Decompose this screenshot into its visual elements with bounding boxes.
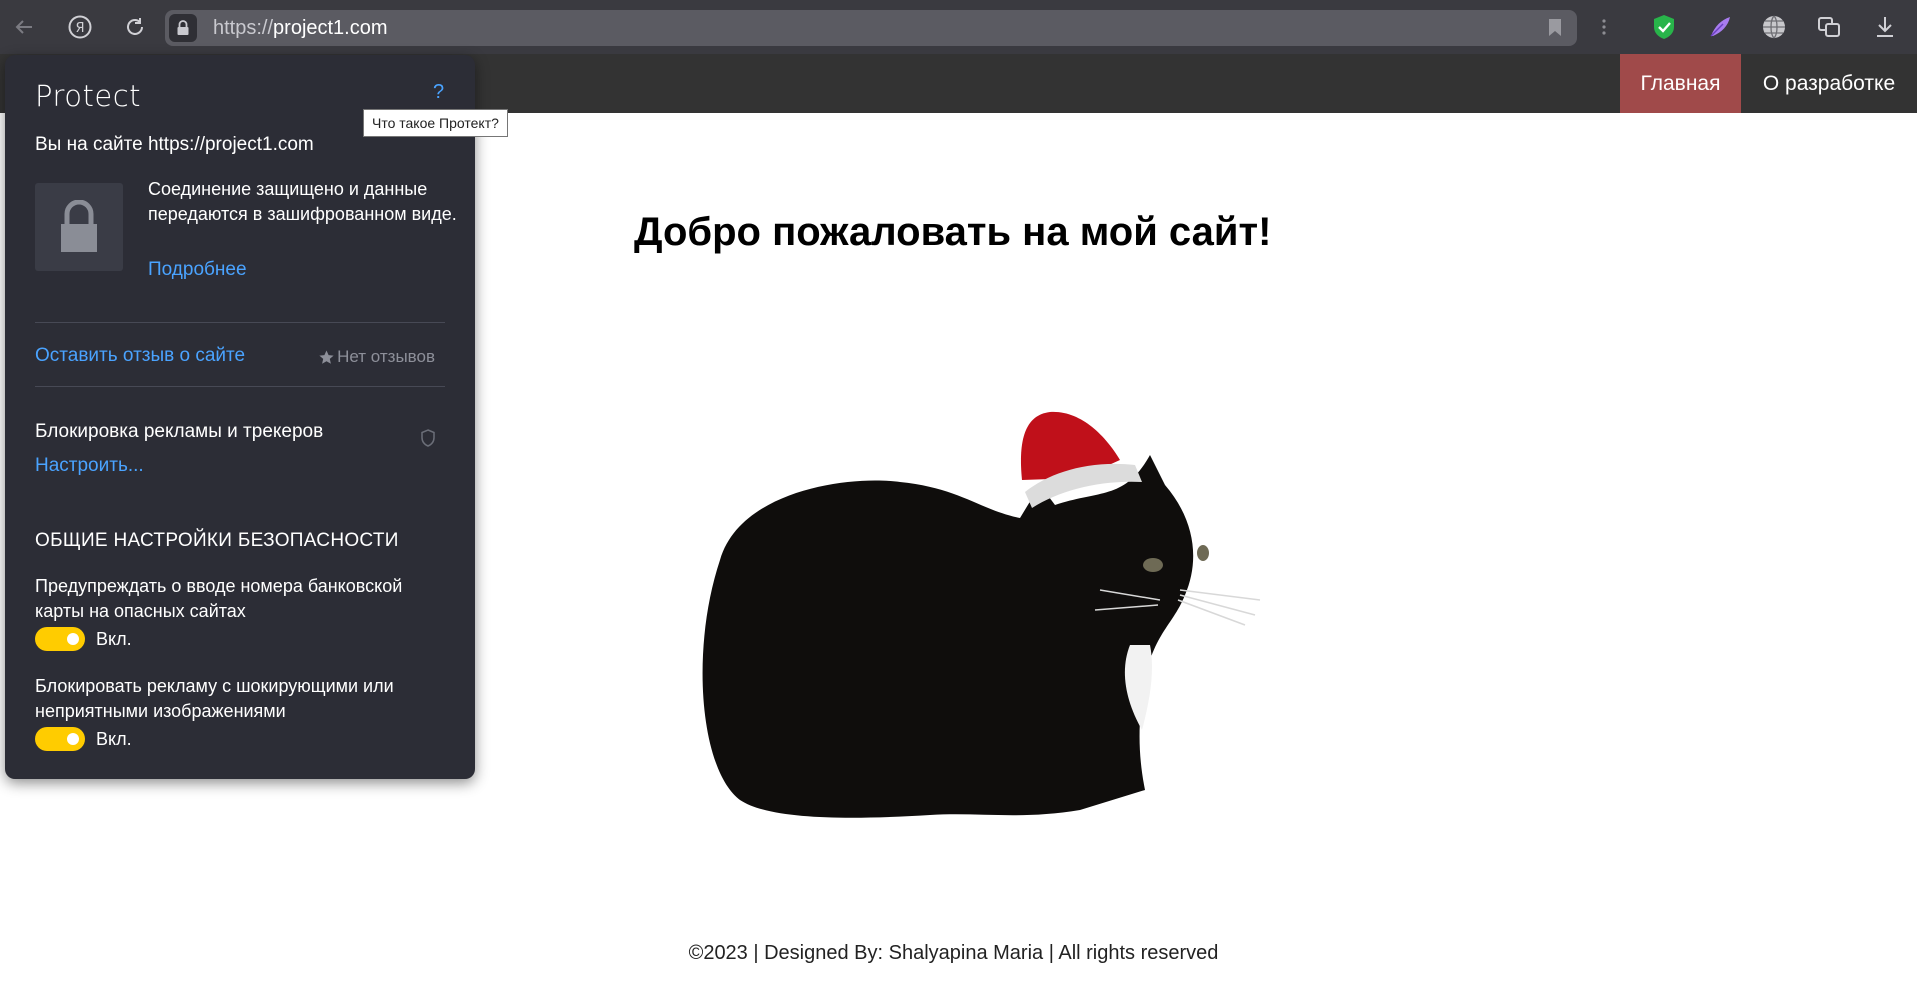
back-button[interactable] <box>8 11 40 43</box>
leave-review-link[interactable]: Оставить отзыв о сайте <box>35 345 245 367</box>
reload-icon <box>127 18 143 35</box>
lock-icon <box>177 20 189 35</box>
nav-home-link[interactable]: Главная <box>1620 54 1741 113</box>
extension-vpn-button[interactable] <box>1758 11 1790 43</box>
url-host: project1.com <box>273 17 388 39</box>
extension-shield-button[interactable] <box>1648 11 1680 43</box>
extension-translate-button[interactable] <box>1813 11 1845 43</box>
vertical-dots-icon <box>1602 19 1606 35</box>
download-icon <box>1877 17 1893 37</box>
security-settings-heading: ОБЩИЕ НАСТРОЙКИ БЕЗОПАСНОСТИ <box>35 530 399 551</box>
svg-text:Я: Я <box>75 21 84 36</box>
yandex-button[interactable]: Я <box>64 11 96 43</box>
star-icon <box>319 350 334 364</box>
bookmark-button[interactable] <box>1547 18 1563 42</box>
adblock-shield-button[interactable] <box>420 429 436 452</box>
protect-lock-button[interactable] <box>169 14 197 42</box>
more-details-link[interactable]: Подробнее <box>148 259 247 281</box>
toggle-state-label: Вкл. <box>96 628 132 649</box>
option-card-warning-label: Предупреждать о вводе номера банковской … <box>35 576 403 621</box>
current-site-text: Вы на сайте https://project1.com <box>35 134 314 155</box>
browser-toolbar: Я https://project1.com <box>0 0 1917 54</box>
reviews-status: Нет отзывов <box>319 347 435 367</box>
connection-lock-tile <box>35 183 123 271</box>
bookmark-icon <box>1549 19 1561 36</box>
option-shock-ads-toggle-row[interactable]: Вкл. <box>35 727 132 751</box>
cat-image <box>702 411 1261 818</box>
shield-icon <box>421 429 435 447</box>
protect-logo: Protect <box>35 79 142 113</box>
connection-status-text: Соединение защищено и данные передаются … <box>148 179 457 224</box>
toggle-state-label: Вкл. <box>96 728 132 749</box>
downloads-button[interactable] <box>1869 11 1901 43</box>
option-shock-ads-label: Блокировать рекламу с шокирующими или не… <box>35 676 394 721</box>
menu-button[interactable] <box>1588 11 1620 43</box>
arrow-left-icon <box>15 20 32 34</box>
shock-ads-toggle[interactable] <box>35 727 85 751</box>
feather-icon <box>1710 17 1730 37</box>
no-reviews-text: Нет отзывов <box>337 347 435 366</box>
divider <box>35 322 445 323</box>
divider <box>35 386 445 387</box>
globe-icon <box>1763 15 1785 39</box>
help-tooltip: Что такое Протект? <box>363 109 508 137</box>
site-footer: ©2023 | Designed By: Shalyapina Maria | … <box>688 942 1219 964</box>
extension-feather-button[interactable] <box>1704 11 1736 43</box>
adblock-label: Блокировка рекламы и трекеров <box>35 421 324 442</box>
reload-button[interactable] <box>119 11 151 43</box>
nav-about-link[interactable]: О разработке <box>1741 54 1917 113</box>
option-card-warning-toggle-row[interactable]: Вкл. <box>35 627 132 651</box>
address-bar[interactable]: https://project1.com <box>165 10 1577 46</box>
page-title: Добро пожаловать на мой сайт! <box>634 210 1272 254</box>
translate-icon <box>1818 17 1840 37</box>
green-shield-icon <box>1654 15 1674 39</box>
url-text[interactable]: https://project1.com <box>213 17 388 40</box>
help-link[interactable]: ? <box>433 81 444 104</box>
card-warning-toggle[interactable] <box>35 627 85 651</box>
url-protocol: https:// <box>213 17 274 39</box>
protect-popup: Protect ? Вы на сайте https://project1.c… <box>5 55 475 779</box>
configure-link[interactable]: Настроить... <box>35 455 144 477</box>
padlock-icon <box>61 200 97 252</box>
yandex-icon: Я <box>68 15 92 39</box>
